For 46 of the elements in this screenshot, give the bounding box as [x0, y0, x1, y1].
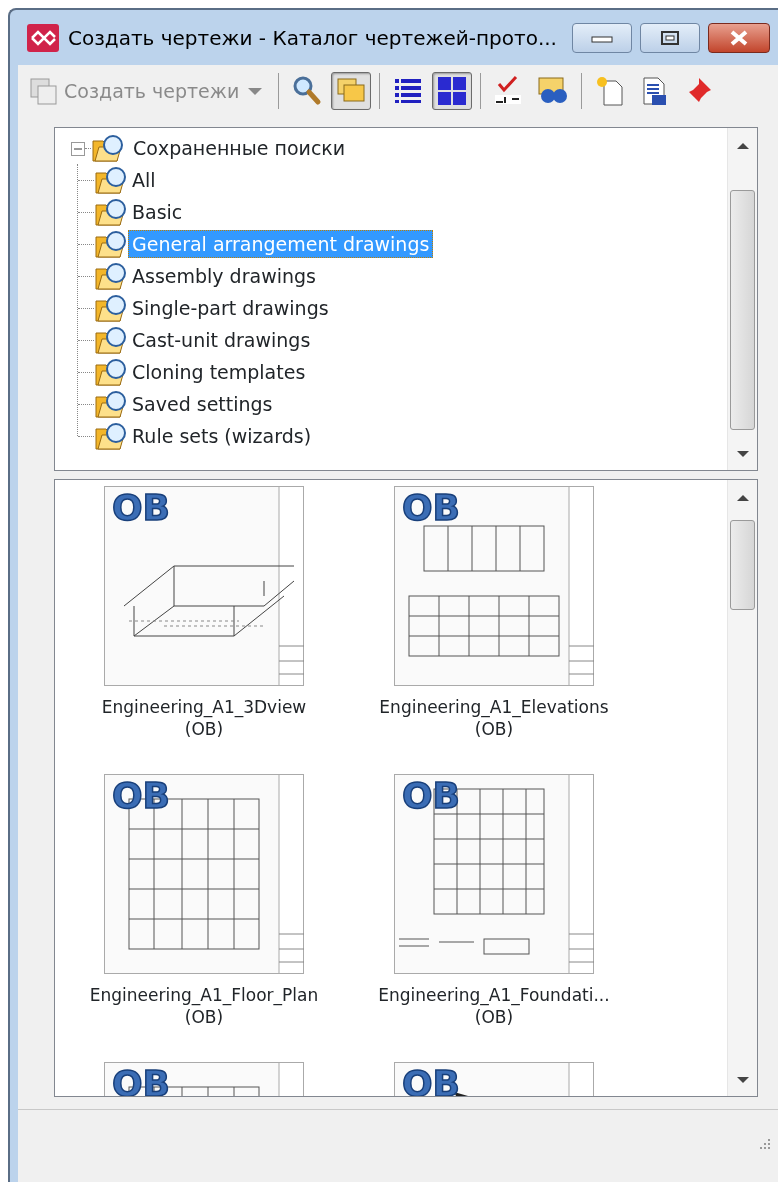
drawing-thumbnail[interactable]: OB [394, 486, 594, 686]
scroll-thumb[interactable] [730, 520, 755, 610]
minimize-button[interactable] [572, 22, 632, 53]
close-icon [728, 28, 750, 47]
maximize-button[interactable] [640, 22, 700, 53]
tree-item[interactable]: Single-part drawings [128, 294, 333, 322]
tree-item[interactable]: Cast-unit drawings [128, 326, 315, 354]
drawing-thumbnail[interactable]: OB [394, 774, 594, 974]
drawing-caption: Engineering_A1_Elevations (OB) [379, 696, 609, 740]
saved-search-icon [94, 197, 128, 227]
tree-item[interactable]: Rule sets (wizards) [128, 422, 316, 450]
saved-search-icon [94, 165, 128, 195]
drawing-caption: Engineering_A1_Floor_Plan (OB) [89, 984, 319, 1028]
saved-search-icon [94, 389, 128, 419]
saved-search-icon [94, 261, 128, 291]
drawing-caption: Engineering_A1_Foundati... (OB) [378, 984, 610, 1028]
scroll-up-icon[interactable] [736, 142, 750, 150]
scrollbar[interactable] [727, 128, 757, 470]
tree-item[interactable]: Сохраненные поиски [129, 134, 350, 162]
drawing-thumbnail[interactable]: OB [104, 486, 304, 686]
tree-item[interactable]: Assembly drawings [128, 262, 320, 290]
saved-search-icon [94, 421, 128, 451]
saved-search-icon [94, 293, 128, 323]
scroll-down-icon[interactable] [736, 450, 750, 458]
saved-search-icon [91, 133, 125, 163]
grid-icon [436, 75, 469, 107]
folders-button[interactable] [331, 72, 372, 110]
thumbnails-button[interactable] [432, 72, 473, 110]
scrollbar[interactable] [727, 480, 757, 1096]
close-button[interactable] [708, 22, 770, 53]
tree-item[interactable]: Saved settings [128, 390, 277, 418]
saved-search-icon [94, 229, 128, 259]
window-title: Создать чертежи - Каталог чертежей-прото... [68, 24, 558, 52]
drawing-caption: Engineering_A1_3Dview (OB) [101, 696, 307, 740]
tree-item[interactable]: All [128, 166, 160, 194]
drawing-thumbnail[interactable]: OB [104, 774, 304, 974]
scroll-thumb[interactable] [730, 190, 755, 430]
scroll-down-icon[interactable] [736, 1076, 750, 1084]
app-logo-icon [26, 22, 60, 53]
saved-search-icon [94, 325, 128, 355]
drawing-icon [28, 76, 58, 106]
tree-item[interactable]: Basic [128, 198, 187, 226]
maximize-icon [660, 29, 680, 46]
scroll-up-icon[interactable] [736, 494, 750, 502]
tree-item[interactable]: Cloning templates [128, 358, 310, 386]
saved-search-icon [94, 357, 128, 387]
